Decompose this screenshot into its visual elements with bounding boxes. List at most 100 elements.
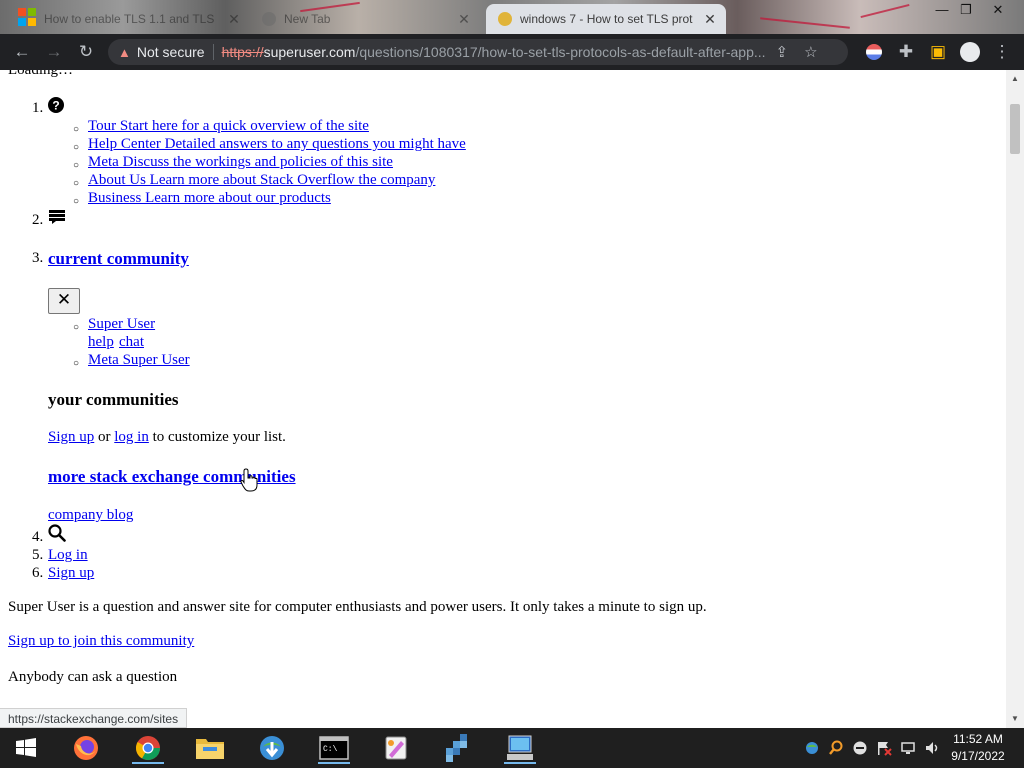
company-blog-link[interactable]: company blog: [48, 507, 133, 524]
vertical-scrollbar[interactable]: ▲ ▼: [1006, 70, 1024, 728]
nav-number: 1.: [32, 100, 44, 116]
loading-text: Loading…: [8, 70, 73, 78]
clock-time: 11:52 AM: [953, 732, 1003, 746]
tab-title: New Tab: [284, 12, 331, 26]
network-globe-icon[interactable]: [804, 740, 820, 759]
remote-desktop-icon[interactable]: [500, 732, 540, 764]
tab-enable-tls[interactable]: How to enable TLS 1.1 and TLS ✕: [30, 4, 250, 34]
more-communities-link[interactable]: more stack exchange communities: [48, 467, 296, 486]
tab-title: How to enable TLS 1.1 and TLS: [44, 12, 215, 26]
customize-text: to customize your list.: [152, 429, 286, 445]
tab-superuser[interactable]: windows 7 - How to set TLS prot ✕: [486, 4, 726, 34]
current-community-link[interactable]: current community: [48, 249, 189, 268]
forward-arrow-icon[interactable]: →: [42, 40, 66, 64]
action-center-flag-icon[interactable]: [876, 740, 892, 759]
taskbar-clock[interactable]: 11:52 AM 9/17/2022: [938, 731, 1018, 765]
close-tab-icon[interactable]: ✕: [226, 11, 242, 28]
share-icon[interactable]: ⇪: [776, 43, 789, 61]
scroll-up-arrow-icon[interactable]: ▲: [1006, 74, 1024, 83]
extension-flag-icon[interactable]: [866, 44, 882, 60]
tab-title: windows 7 - How to set TLS prot: [520, 12, 693, 26]
list-bullet: ○: [73, 196, 80, 207]
svg-text:?: ?: [52, 99, 59, 113]
nav-number: 3.: [32, 250, 44, 266]
sign-up-link[interactable]: Sign up: [48, 565, 94, 582]
profile-avatar-icon[interactable]: [960, 42, 980, 62]
list-bullet: ○: [73, 160, 80, 171]
list-bullet: ○: [73, 142, 80, 153]
link-status-bubble: https://stackexchange.com/sites: [0, 708, 188, 728]
search-icon[interactable]: [48, 524, 66, 547]
chrome-menu-icon[interactable]: ⋮: [990, 40, 1014, 64]
omnibox-divider: [212, 44, 214, 60]
chrome-favicon-icon: [262, 12, 276, 26]
help-link-help-center[interactable]: Help Center Detailed answers to any ques…: [88, 136, 466, 153]
url-path: /questions/1080317/how-to-set-tls-protoc…: [355, 44, 766, 60]
list-bullet: ○: [73, 322, 80, 333]
nav-number: 6.: [32, 565, 44, 581]
nav-number: 2.: [32, 212, 44, 228]
community-superuser-link[interactable]: Super User: [88, 316, 155, 333]
bookmark-star-icon[interactable]: ☆: [804, 43, 817, 61]
login-link[interactable]: log in: [114, 429, 149, 445]
clock-date: 9/17/2022: [951, 749, 1005, 763]
network-monitor-icon[interactable]: [900, 740, 916, 759]
superuser-favicon-icon: [498, 12, 512, 26]
url-scheme: https://: [221, 44, 264, 60]
file-explorer-icon[interactable]: [190, 732, 230, 764]
paint-app-icon[interactable]: [376, 732, 416, 764]
scroll-down-arrow-icon[interactable]: ▼: [1006, 714, 1024, 723]
page-content: Loading… 1. ? ○ Tour Start here for a qu…: [0, 70, 1006, 728]
blocked-tray-icon[interactable]: [852, 740, 868, 759]
help-link-about[interactable]: About Us Learn more about Stack Overflow…: [88, 172, 435, 189]
sidepanel-icon[interactable]: ▣: [926, 40, 950, 64]
windows-taskbar: C:\ 11:52 AM 9/17/2022: [0, 728, 1024, 768]
site-description: Super User is a question and answer site…: [8, 599, 707, 615]
hand-cursor-icon: [240, 468, 258, 492]
nav-number: 5.: [32, 547, 44, 563]
community-help-link[interactable]: help: [88, 334, 114, 351]
close-button[interactable]: ✕: [48, 288, 80, 314]
back-arrow-icon[interactable]: ←: [10, 40, 34, 64]
anybody-text: Anybody can ask a question: [8, 669, 178, 685]
wallpaper-streak: [860, 3, 910, 19]
community-chat-link[interactable]: chat: [119, 334, 144, 351]
or-text: or: [98, 429, 111, 445]
windows-start-icon: [16, 738, 36, 757]
inbox-stack-icon[interactable]: [48, 209, 66, 230]
tab-new-tab[interactable]: New Tab ✕: [250, 4, 480, 34]
registry-editor-icon[interactable]: [438, 732, 478, 764]
close-tab-icon[interactable]: ✕: [702, 11, 718, 28]
chrome-taskbar-icon[interactable]: [128, 732, 168, 764]
help-link-business[interactable]: Business Learn more about our products: [88, 190, 331, 207]
join-community-link[interactable]: Sign up to join this community: [8, 633, 194, 650]
close-window-icon[interactable]: ✕: [984, 2, 1012, 18]
extensions-puzzle-icon[interactable]: ✚: [894, 40, 918, 64]
signup-link[interactable]: Sign up: [48, 429, 94, 445]
maximize-icon[interactable]: ❐: [952, 2, 980, 18]
warning-triangle-icon[interactable]: ▲: [118, 45, 131, 60]
browser-tab-strip: How to enable TLS 1.1 and TLS ✕ New Tab …: [0, 0, 1024, 34]
close-tab-icon[interactable]: ✕: [456, 11, 472, 28]
search-tray-icon[interactable]: [828, 740, 844, 759]
reload-icon[interactable]: ↻: [74, 40, 98, 64]
browser-toolbar: ← → ↻ ▲ Not secure https:// superuser.co…: [0, 34, 1024, 70]
help-question-icon[interactable]: ?: [48, 97, 64, 118]
url-host: superuser.com: [263, 44, 356, 60]
wallpaper-streak: [760, 17, 850, 29]
command-prompt-icon[interactable]: C:\: [314, 732, 354, 764]
scroll-thumb[interactable]: [1010, 104, 1020, 154]
svg-text:C:\: C:\: [323, 745, 338, 754]
not-secure-label[interactable]: Not secure: [137, 44, 205, 60]
help-link-tour[interactable]: Tour Start here for a quick overview of …: [88, 118, 369, 135]
firefox-icon[interactable]: [66, 732, 106, 764]
address-bar[interactable]: ▲ Not secure https:// superuser.com /que…: [108, 39, 848, 65]
start-button[interactable]: [6, 732, 46, 764]
help-link-meta[interactable]: Meta Discuss the workings and policies o…: [88, 154, 393, 171]
download-manager-icon[interactable]: [252, 732, 292, 764]
log-in-link[interactable]: Log in: [48, 547, 88, 564]
your-communities-heading: your communities: [48, 390, 179, 409]
nav-number: 4.: [32, 529, 44, 545]
community-meta-link[interactable]: Meta Super User: [88, 352, 190, 369]
list-bullet: ○: [73, 124, 80, 135]
